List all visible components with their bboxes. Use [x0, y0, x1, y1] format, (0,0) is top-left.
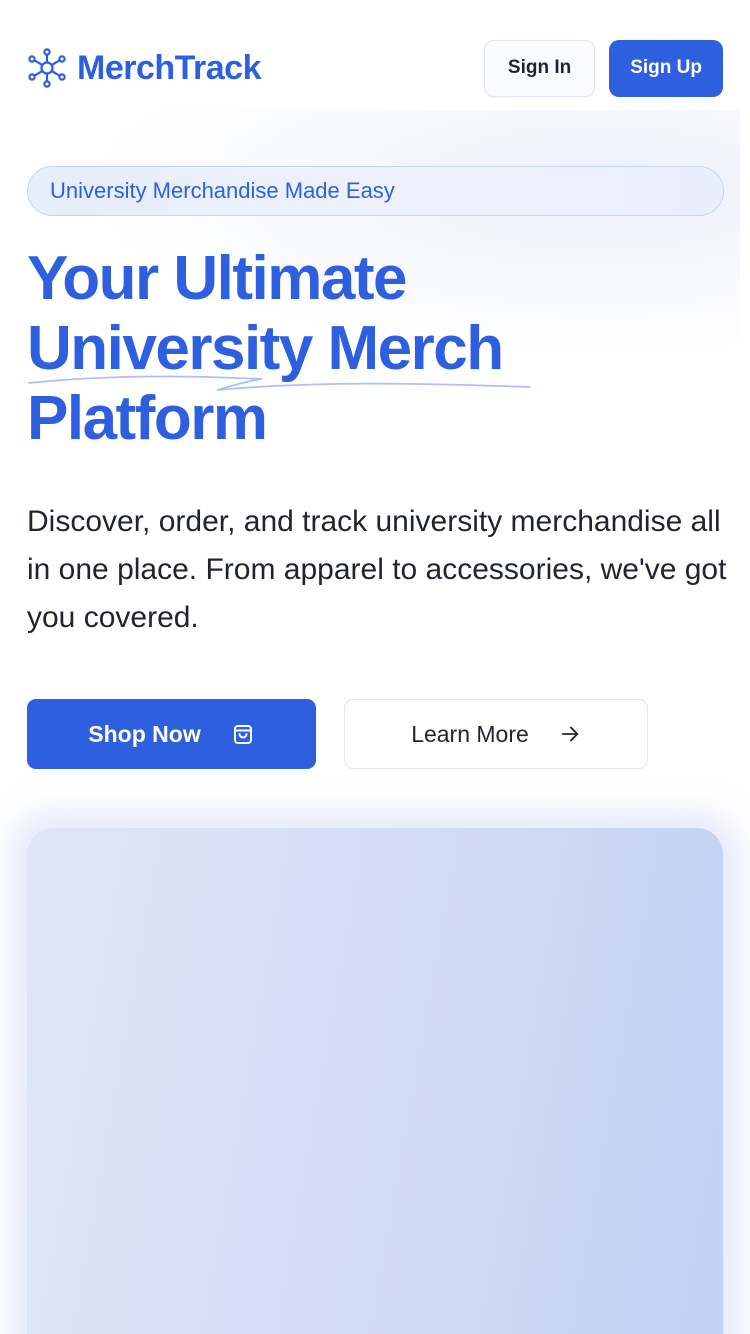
shop-now-button[interactable]: Shop Now	[27, 699, 316, 769]
hero-badge: University Merchandise Made Easy	[27, 166, 724, 216]
shop-now-label: Shop Now	[88, 720, 201, 747]
auth-actions: Sign In Sign Up	[483, 39, 723, 97]
learn-more-label: Learn More	[411, 720, 529, 747]
brand-link[interactable]: MerchTrack	[27, 48, 262, 88]
headline-line-1: Your Ultimate	[27, 244, 407, 313]
sign-up-button[interactable]: Sign Up	[609, 39, 723, 97]
hero-image-placeholder	[27, 828, 723, 1334]
hero-badge-text: University Merchandise Made Easy	[50, 178, 395, 203]
arrow-right-icon	[561, 726, 579, 742]
hero-description: Discover, order, and track university me…	[27, 505, 727, 634]
hero-headline: Your Ultimate University Merch Platform	[27, 244, 727, 454]
brand-name: MerchTrack	[77, 48, 262, 87]
headline-underline-decoration	[28, 375, 531, 391]
sign-in-button[interactable]: Sign In	[483, 39, 596, 97]
shopping-bag-icon	[233, 725, 252, 744]
headline-line-3: Platform	[27, 384, 268, 453]
network-icon	[28, 48, 66, 88]
learn-more-button[interactable]: Learn More	[344, 699, 648, 769]
top-nav: MerchTrack Sign In Sign Up	[0, 0, 750, 136]
